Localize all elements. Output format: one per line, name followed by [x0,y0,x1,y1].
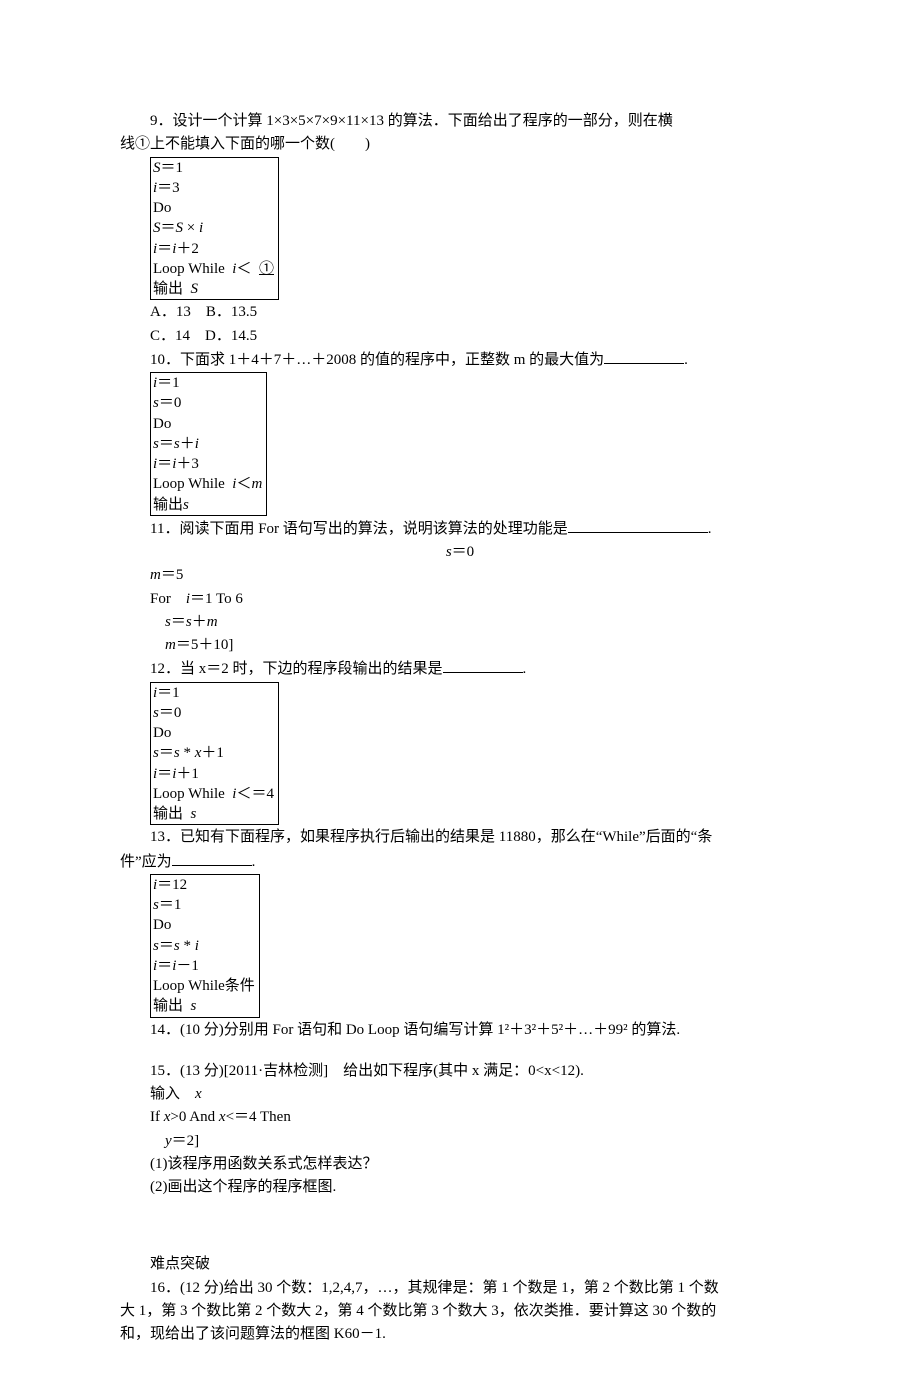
q16-line-1: 16．(12 分)给出 30 个数：1,2,4,7，…，其规律是：第 1 个数是… [120,1277,800,1300]
q11-line-1: m＝5 [150,564,800,587]
code-line: Do [153,414,262,434]
q10-codebox: i＝1 s＝0 Do s＝s＋i i＝i＋3 Loop While i＜m 输出… [150,372,267,516]
q11-line-2: For i＝1 To 6 [150,588,800,611]
q16-line-3: 和，现给出了该问题算法的框图 K60－1. [120,1323,800,1346]
q15-stem: 15．(13 分)[2011·吉林检测] 给出如下程序(其中 x 满足：0<x<… [120,1060,800,1083]
q13-stem-1: 13．已知有下面程序，如果程序执行后输出的结果是 11880，那么在“While… [120,826,800,849]
code-line: s＝1 [153,895,255,915]
code-line: i＝i－1 [153,956,255,976]
code-line: i＝i＋1 [153,764,274,784]
q10-suffix: . [684,352,688,368]
code-line: Loop While条件 [153,976,255,996]
q13-stem-2: 件”应为. [120,850,800,874]
q12-stem: 12．当 x＝2 时，下边的程序段输出的结果是. [120,657,800,681]
code-line: i＝i＋2 [153,239,274,259]
q11-line-4: m＝5＋10] [165,634,800,657]
code-line: Loop While i＜ ① [153,259,274,279]
q13-suffix: . [252,854,256,870]
q11-suffix: . [708,521,712,537]
q16-line-2: 大 1，第 3 个数比第 2 个数大 2，第 4 个数比第 3 个数大 3，依次… [120,1300,800,1323]
code-line: s＝s＋i [153,434,262,454]
q9-stem-1: 9．设计一个计算 1×3×5×7×9×11×13 的算法．下面给出了程序的一部分… [120,110,800,133]
q12-suffix: . [523,661,527,677]
q15-line-2: If x>0 And x<＝4 Then [150,1106,800,1129]
q9-stem-2-text: 线①上不能填入下面的哪一个数( ) [120,136,370,152]
q9-opt1: A．13 B．13.5 [150,301,800,324]
code-line: i＝1 [153,683,274,703]
code-line: Do [153,198,274,218]
q14: 14．(10 分)分别用 For 语句和 Do Loop 语句编写计算 1²＋3… [120,1019,800,1042]
code-line: 输出 s [153,996,255,1016]
q15-line-3: y＝2] [165,1130,800,1153]
code-line: s＝0 [153,703,274,723]
q15-sub1: (1)该程序用函数关系式怎样表达？ [150,1153,800,1176]
code-line: i＝12 [153,875,255,895]
code-line: i＝1 [153,373,262,393]
q13-codebox: i＝12 s＝1 Do s＝s * i i＝i－1 Loop While条件 输… [150,874,260,1018]
q10-stem-text: 10．下面求 1＋4＋7＋…＋2008 的值的程序中，正整数 m 的最大值为 [150,352,604,368]
code-line: Do [153,915,255,935]
code-line: s＝s * i [153,936,255,956]
q13-stem-2-text: 件”应为 [120,854,172,870]
q11-stem: 11．阅读下面用 For 语句写出的算法，说明该算法的处理功能是. [120,517,800,541]
code-line: s＝s * x＋1 [153,743,274,763]
q15-line-1: 输入 x [150,1083,800,1106]
q9-codebox: S＝1 i＝3 Do S＝S × i i＝i＋2 Loop While i＜ ①… [150,157,279,301]
code-line: Do [153,723,274,743]
blank [604,348,684,364]
code-line: 输出 S [153,279,274,299]
code-line: Loop While i＜＝4 [153,784,274,804]
q11-stem-text: 11．阅读下面用 For 语句写出的算法，说明该算法的处理功能是 [150,521,568,537]
q15-sub2: (2)画出这个程序的程序框图. [150,1176,800,1199]
q10-stem: 10．下面求 1＋4＋7＋…＋2008 的值的程序中，正整数 m 的最大值为. [120,348,800,372]
code-line: 输出s [153,495,262,515]
blank [172,850,252,866]
code-line: s＝0 [153,393,262,413]
q11-line-3: s＝s＋m [165,611,800,634]
code-line: 输出 s [153,804,274,824]
code-line: S＝S × i [153,218,274,238]
blank [568,517,708,533]
q12-codebox: i＝1 s＝0 Do s＝s * x＋1 i＝i＋1 Loop While i＜… [150,682,279,826]
code-line: Loop While i＜m [153,474,262,494]
code-line: S＝1 [153,158,274,178]
section-heading: 难点突破 [120,1253,800,1276]
code-line: i＝i＋3 [153,454,262,474]
q9-opt2: C．14 D．14.5 [150,325,800,348]
q11-center: s＝0 [120,541,800,564]
blank [443,657,523,673]
code-line: i＝3 [153,178,274,198]
q9-stem-2: 线①上不能填入下面的哪一个数( ) [120,133,800,156]
q12-stem-text: 12．当 x＝2 时，下边的程序段输出的结果是 [150,661,443,677]
